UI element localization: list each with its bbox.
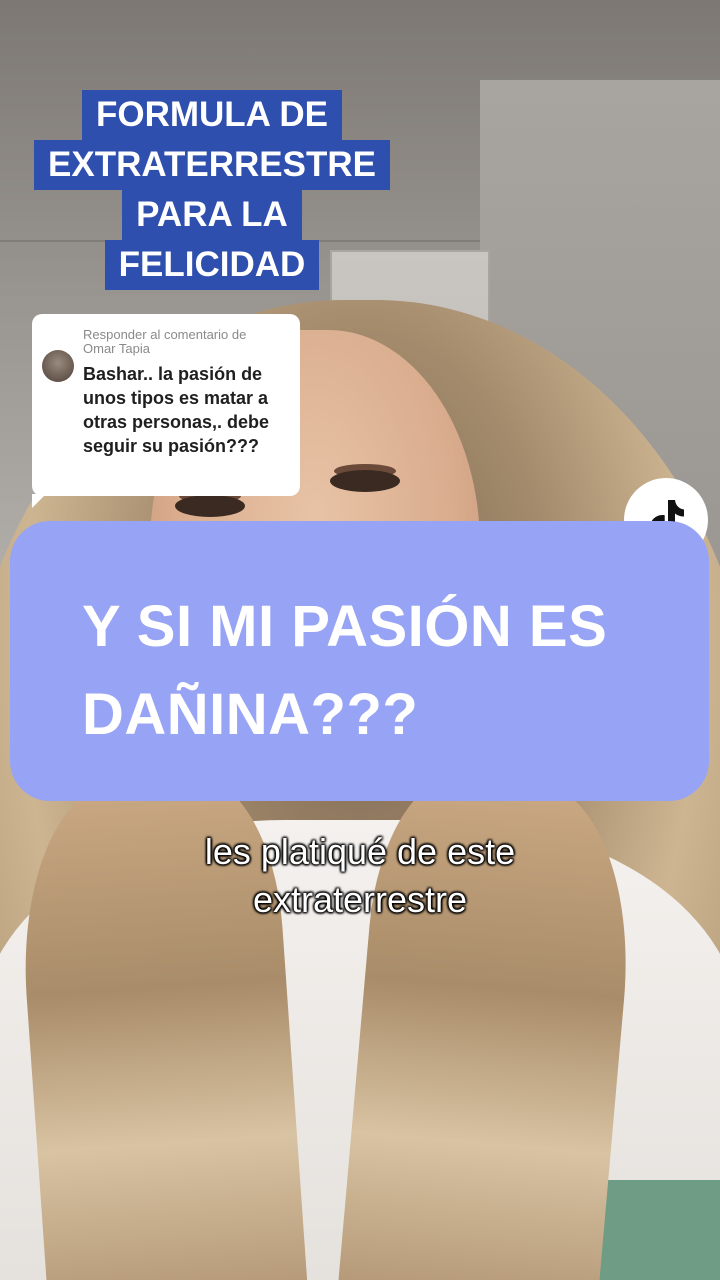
caption-line-1: les platiqué de este (204, 831, 516, 872)
video-caption: les platiqué de este extraterrestre (60, 828, 660, 924)
reply-header-label: Responder al comentario de (83, 327, 247, 342)
right-eye (330, 470, 400, 492)
title-line: FORMULA DE (81, 90, 342, 140)
title-sticker: FORMULA DE EXTRATERRESTRE PARA LA FELICI… (30, 90, 394, 290)
title-line: FELICIDAD (104, 240, 320, 290)
title-line: PARA LA (122, 190, 302, 240)
reply-comment-bubble[interactable]: Responder al comentario de Omar Tapia Ba… (32, 314, 300, 508)
headline-card: Y SI MI PASIÓN ES DAÑINA??? (10, 521, 709, 801)
headline-line-1: Y SI MI PASIÓN ES (82, 594, 608, 659)
title-line: EXTRATERRESTRE (34, 140, 390, 190)
caption-line-2: extraterrestre (252, 879, 468, 920)
commenter-avatar (42, 350, 74, 382)
reply-comment-text: Bashar.. la pasión de unos tipos es mata… (83, 364, 270, 456)
reply-commenter-name: Omar Tapia (83, 341, 150, 356)
left-eye (175, 495, 245, 517)
headline-line-2: DAÑINA??? (82, 682, 419, 747)
reply-header: Responder al comentario de Omar Tapia (83, 328, 290, 356)
